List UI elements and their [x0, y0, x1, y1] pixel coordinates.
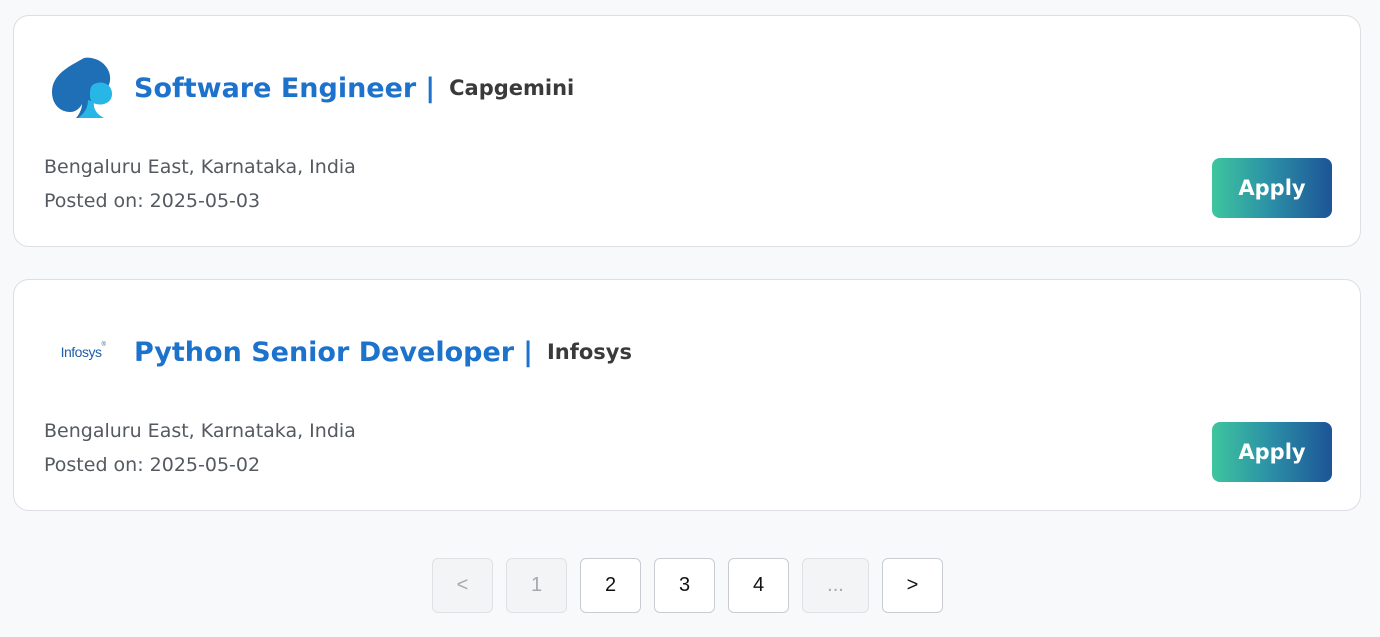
job-details: Bengaluru East, Karnataka, India Posted … [44, 150, 356, 218]
apply-button[interactable]: Apply [1212, 158, 1332, 218]
company-name: Infosys [546, 340, 632, 364]
registered-mark: ® [101, 342, 106, 348]
job-location: Bengaluru East, Karnataka, India [44, 420, 356, 442]
next-page-button[interactable]: > [882, 558, 943, 613]
prev-page-button[interactable]: < [432, 558, 493, 613]
job-title[interactable]: Python Senior Developer [134, 337, 514, 368]
job-card: Infosys® Python Senior Developer | Infos… [13, 279, 1361, 511]
page-button-2[interactable]: 2 [580, 558, 641, 613]
pagination: < 1 2 3 4 ... > [432, 558, 943, 613]
page-button-4[interactable]: 4 [728, 558, 789, 613]
page-button-1-current[interactable]: 1 [506, 558, 567, 613]
company-name: Capgemini [449, 76, 575, 100]
logo-text: Infosys [60, 344, 102, 360]
job-title-row: Python Senior Developer | Infosys [134, 332, 632, 372]
title-separator: | [523, 336, 533, 368]
company-logo: Infosys® [46, 318, 120, 386]
job-title[interactable]: Software Engineer [134, 73, 416, 104]
infosys-logo-icon: Infosys® [60, 342, 106, 360]
job-card: Software Engineer | Capgemini Bengaluru … [13, 15, 1361, 247]
capgemini-spade-logo-icon [52, 57, 112, 118]
job-posted-date: Posted on: 2025-05-02 [44, 454, 261, 476]
job-title-row: Software Engineer | Capgemini [134, 68, 574, 108]
title-separator: | [425, 72, 436, 104]
apply-button[interactable]: Apply [1212, 422, 1332, 482]
page-button-3[interactable]: 3 [654, 558, 715, 613]
page-ellipsis: ... [802, 558, 869, 613]
job-location: Bengaluru East, Karnataka, India [44, 156, 356, 178]
job-details: Bengaluru East, Karnataka, India Posted … [44, 414, 356, 482]
job-posted-date: Posted on: 2025-05-03 [44, 190, 261, 212]
company-logo [46, 54, 120, 122]
